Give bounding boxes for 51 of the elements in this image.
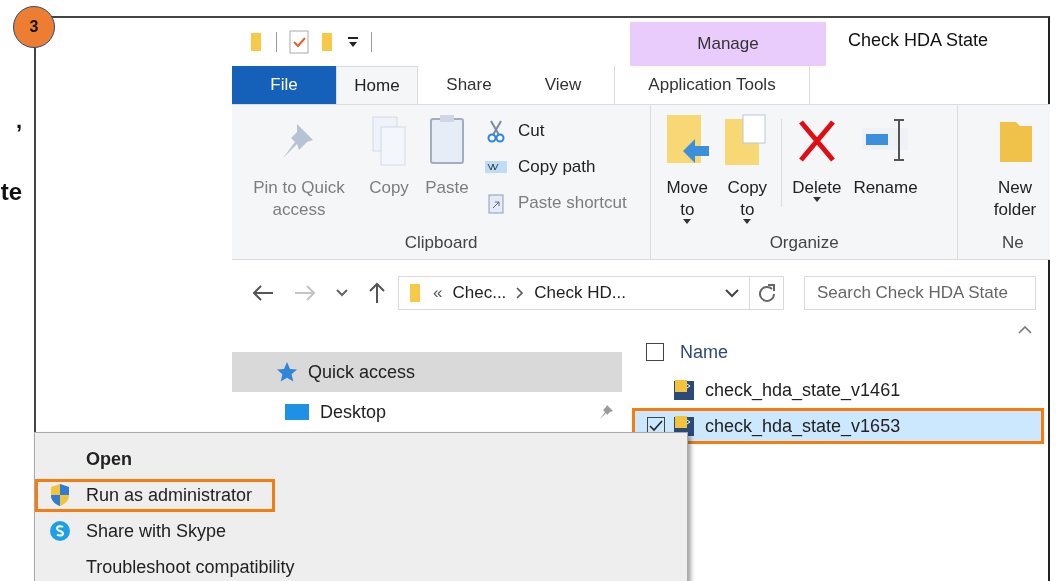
cut-off-text: , — [14, 108, 22, 134]
file-row[interactable]: check_hda_state_v1461 — [632, 372, 1044, 408]
ribbon-tab[interactable]: Share — [418, 66, 520, 104]
shield-icon — [49, 483, 71, 507]
checklist-icon[interactable] — [289, 30, 309, 54]
group-label: Ne — [1001, 232, 1025, 254]
checkbox[interactable] — [646, 343, 664, 361]
ribbon-button[interactable]: Rename — [847, 113, 924, 225]
chevron-down-icon[interactable] — [725, 288, 739, 298]
refresh-icon — [757, 283, 776, 303]
menu-item[interactable]: Share with Skype — [35, 514, 250, 548]
breadcrumb[interactable]: Check HD... — [534, 283, 626, 303]
chevron-down-icon[interactable] — [336, 289, 348, 297]
menu-item[interactable]: Troubleshoot compatibility — [35, 550, 318, 581]
ribbon-button[interactable]: Delete — [786, 113, 848, 225]
refresh-button[interactable] — [750, 276, 784, 310]
group-label: Organize — [768, 232, 840, 254]
search-field[interactable]: Search Check HDA State — [804, 276, 1036, 310]
back-icon[interactable] — [252, 284, 274, 302]
overflow-icon[interactable]: « — [433, 283, 443, 303]
ribbon-button[interactable]: Copy path — [484, 153, 627, 181]
chevron-right-icon — [516, 287, 525, 299]
file-row[interactable]: check_hda_state_v1653 — [632, 408, 1044, 444]
ribbon-tab[interactable]: Home — [336, 66, 418, 104]
nav-item[interactable]: Desktop — [232, 392, 622, 432]
dropdown-icon[interactable] — [347, 36, 359, 48]
ribbon-button[interactable]: Move to — [657, 113, 718, 225]
up-icon[interactable] — [368, 282, 386, 304]
breadcrumb[interactable]: Chec... — [452, 283, 507, 303]
menu-item[interactable]: Open — [35, 442, 155, 476]
chat-logo-icon — [49, 520, 71, 542]
group-label: Clipboard — [403, 232, 479, 254]
menu-item[interactable]: Run as administrator — [35, 478, 276, 512]
folder-icon — [409, 282, 423, 304]
star-icon — [276, 361, 298, 383]
window-title: Check HDA State — [847, 29, 989, 52]
desktop-icon — [284, 403, 310, 421]
step-badge: 3 — [13, 6, 55, 48]
ribbon-button[interactable]: Copy to — [717, 113, 778, 225]
column-header[interactable]: Name — [680, 341, 728, 363]
ribbon-tab[interactable]: File — [232, 66, 336, 104]
ribbon-tab[interactable]: View — [520, 66, 606, 104]
copy-path-icon — [484, 159, 508, 175]
nav-item[interactable]: Quick access — [232, 352, 622, 392]
script-file-icon — [673, 378, 697, 402]
ribbon-button[interactable]: Cut — [484, 117, 627, 145]
address-bar[interactable]: « Chec... Check HD... — [398, 276, 750, 310]
ribbon-button[interactable]: New folder — [964, 113, 1044, 225]
sort-caret-icon — [1018, 326, 1032, 334]
context-tab-header: Manage — [630, 22, 826, 66]
cut-off-text: te — [0, 178, 22, 206]
